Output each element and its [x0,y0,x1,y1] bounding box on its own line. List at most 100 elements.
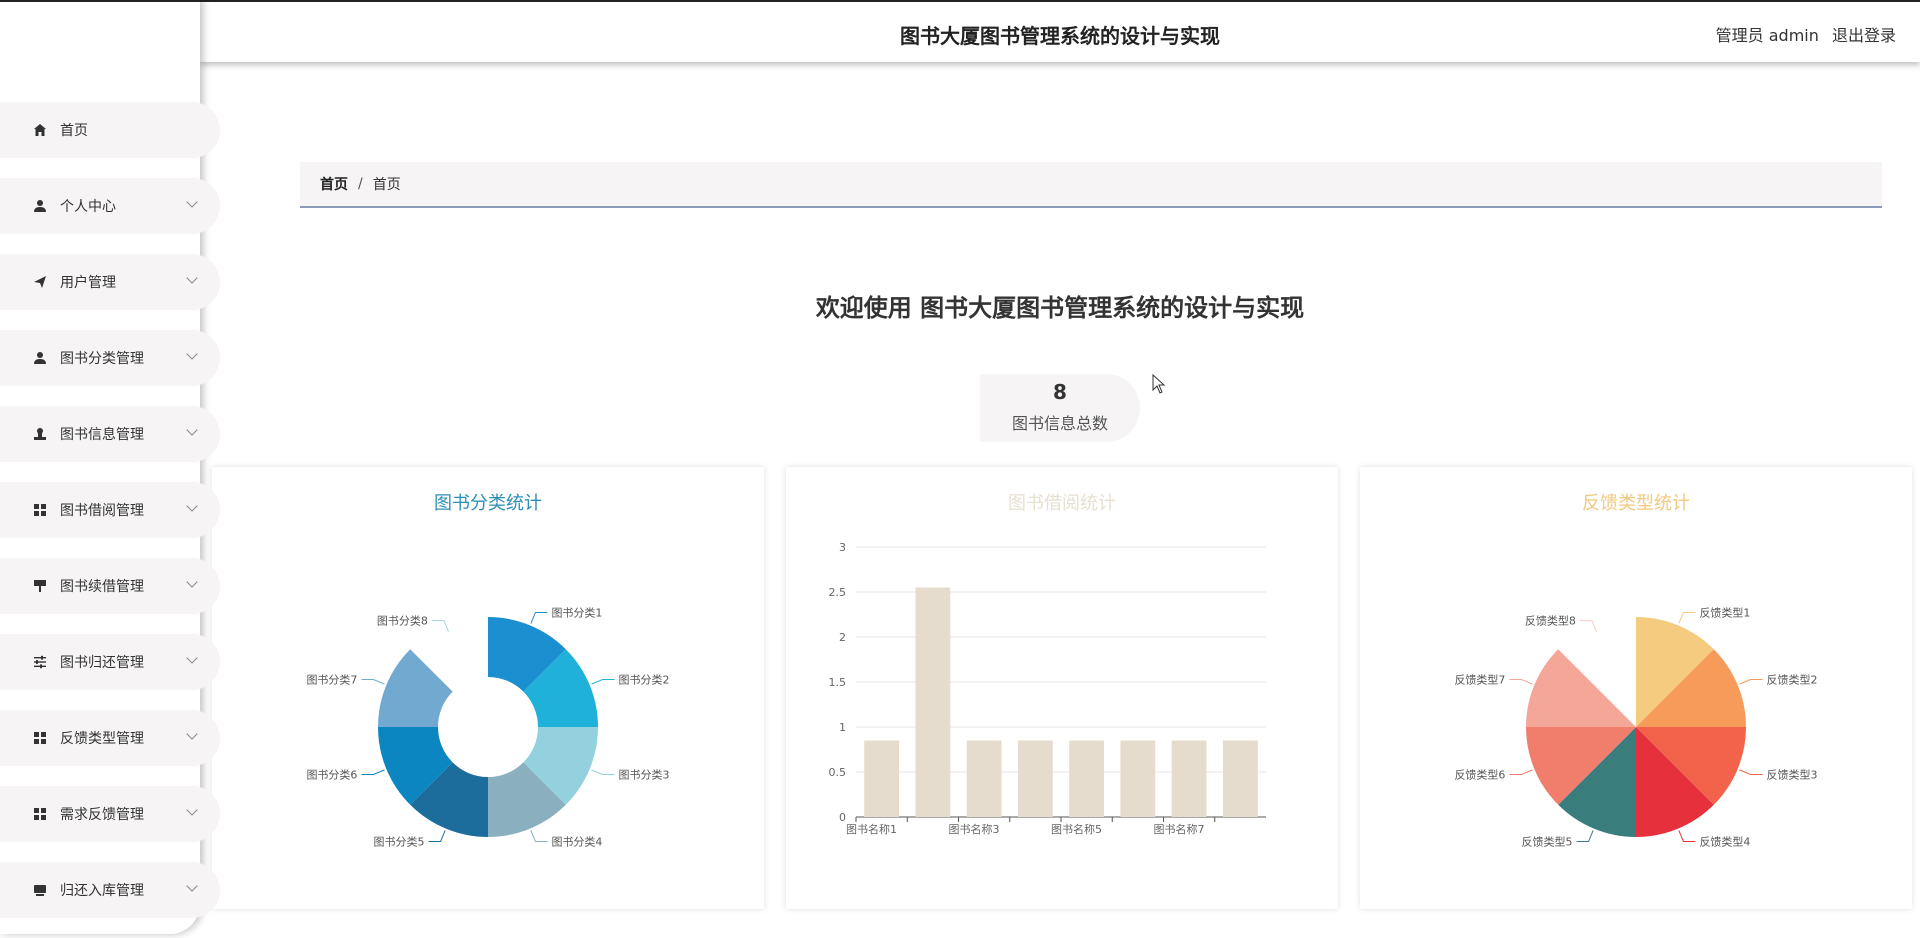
bar[interactable] [864,740,900,818]
pie-label-line [361,679,385,685]
chart-card-category: 图书分类统计 图书分类1 图书分类2 图书分类3 图书分类4 图书分类5 图书分类6 图书分… [212,467,764,909]
pie-label: 图书分类3 [619,767,670,781]
pie-label-line [1678,830,1696,843]
grid-icon [32,502,48,518]
pie-label-line [1678,611,1696,624]
sidebar-item-1[interactable]: 个人中心 [0,178,220,234]
pie-slice[interactable] [378,649,453,727]
chevron-down-icon [186,424,198,436]
pie-label-line [591,679,615,685]
y-tick-label: 3 [839,541,846,554]
pie-label: 反馈类型3 [1767,767,1818,781]
sidebar-item-label: 首页 [60,123,88,139]
pie-label: 图书分类2 [619,673,670,687]
sidebar-item-4[interactable]: 图书信息管理 [0,406,220,462]
pie-label: 反馈类型4 [1699,835,1750,849]
bar[interactable] [1120,740,1156,818]
send-icon [32,274,48,290]
chevron-down-icon [186,348,198,360]
sidebar-item-label: 个人中心 [60,199,116,215]
y-tick-label: 0.5 [829,766,847,779]
top-header: 图书大厦图书管理系统的设计与实现 管理员 admin 退出登录 [200,0,1920,62]
y-tick-label: 0 [839,811,846,824]
pie-label: 图书分类1 [551,605,602,619]
category-pie-chart: 图书分类1 图书分类2 图书分类3 图书分类4 图书分类5 图书分类6 图书分类7 图书分类8 [306,605,670,849]
sidebar-item-3[interactable]: 图书分类管理 [0,330,220,386]
y-tick-label: 2.5 [829,586,847,599]
chevron-down-icon [186,272,198,284]
sidebar-item-label: 归还入库管理 [60,883,144,899]
user-icon [32,198,48,214]
bar[interactable] [1069,740,1105,818]
pie-label-line [431,620,449,632]
sidebar-item-0[interactable]: 首页 [0,102,220,158]
pie-label: 图书分类7 [306,673,357,687]
chart-card-feedback: 反馈类型统计 反馈类型1 反馈类型2 反馈类型3 反馈类型4 反馈类型5 反馈类型6 反馈类… [1360,467,1912,909]
sidebar-item-5[interactable]: 图书借阅管理 [0,482,220,538]
sidebar-item-label: 图书归还管理 [60,655,144,671]
sidebar-item-8[interactable]: 反馈类型管理 [0,710,220,766]
breadcrumb-current: 首页 [372,177,401,193]
grid-icon [32,730,48,746]
bar[interactable] [1222,740,1258,818]
logout-button[interactable]: 退出登录 [1832,26,1896,45]
x-tick-label: 图书名称5 [1051,822,1102,836]
box-icon [32,882,48,898]
pie-label-line [361,769,385,775]
pie-label-line [1579,620,1597,632]
main-content: 首页 / 首页 欢迎使用 图书大厦图书管理系统的设计与实现 8 图书信息总数 图… [200,62,1920,934]
pie-label-line [530,830,548,843]
pie-label-line [1739,679,1763,685]
bar[interactable] [966,740,1002,818]
pie-label: 反馈类型7 [1454,673,1505,687]
bar[interactable] [1017,740,1053,818]
pie-label: 图书分类8 [377,614,428,628]
pie-label-line [591,769,615,775]
signpost-icon [32,578,48,594]
pie-label: 反馈类型8 [1525,614,1576,628]
pie-label: 反馈类型6 [1454,767,1505,781]
sidebar-item-label: 图书信息管理 [60,427,144,443]
y-tick-label: 1.5 [829,676,847,689]
pie-label-line [1739,769,1763,775]
app-title: 图书大厦图书管理系统的设计与实现 [900,24,1220,48]
bar[interactable] [1171,740,1207,818]
chevron-down-icon [186,728,198,740]
pie-label-line [1576,830,1594,843]
pie-label: 反馈类型5 [1522,835,1573,849]
chevron-down-icon [186,804,198,816]
pie-slice[interactable] [1526,649,1636,727]
pie-label: 图书分类4 [551,835,602,849]
chart-card-borrow: 图书借阅统计 0 0.5 1 1.5 2 2.5 3 图书名称1 图书名称3 图书名称5 图书名称7 [786,467,1338,909]
sidebar-item-label: 图书借阅管理 [60,503,144,519]
sidebar-item-7[interactable]: 图书归还管理 [0,634,220,690]
feedback-pie-chart: 反馈类型1 反馈类型2 反馈类型3 反馈类型4 反馈类型5 反馈类型6 反馈类型7 反馈类型8 [1454,605,1818,849]
sidebar-menu: 首页个人中心用户管理图书分类管理 图书信息管理 图书借阅管理图书续借管理图书归还管理… [0,102,220,938]
pie-label-line [530,611,548,624]
chevron-down-icon [186,500,198,512]
sidebar-item-9[interactable]: 需求反馈管理 [0,786,220,842]
sidebar-item-6[interactable]: 图书续借管理 [0,558,220,614]
user-label: 管理员 admin [1715,26,1819,45]
sidebar: 首页个人中心用户管理图书分类管理 图书信息管理 图书借阅管理图书续借管理图书归还管理… [0,0,220,934]
sidebar-item-10[interactable]: 归还入库管理 [0,862,220,918]
mouse-cursor-icon [1152,374,1166,394]
grid-icon [32,806,48,822]
sidebar-item-2[interactable]: 用户管理 [0,254,220,310]
sliders-icon [32,654,48,670]
pie-label: 反馈类型1 [1699,605,1750,619]
bar[interactable] [915,587,951,818]
y-tick-label: 1 [839,721,846,734]
breadcrumb-home[interactable]: 首页 [320,174,348,194]
pie-label: 反馈类型2 [1767,673,1818,687]
chevron-down-icon [186,576,198,588]
user-icon [32,350,48,366]
breadcrumb: 首页 / 首页 [300,162,1882,208]
x-tick-label: 图书名称3 [949,822,1000,836]
sidebar-item-label: 用户管理 [60,275,116,291]
stat-value: 8 [1053,380,1067,404]
welcome-title: 欢迎使用 图书大厦图书管理系统的设计与实现 [815,294,1305,322]
pie-label: 图书分类5 [374,835,425,849]
sidebar-item-label: 图书分类管理 [60,351,144,367]
chevron-down-icon [186,652,198,664]
